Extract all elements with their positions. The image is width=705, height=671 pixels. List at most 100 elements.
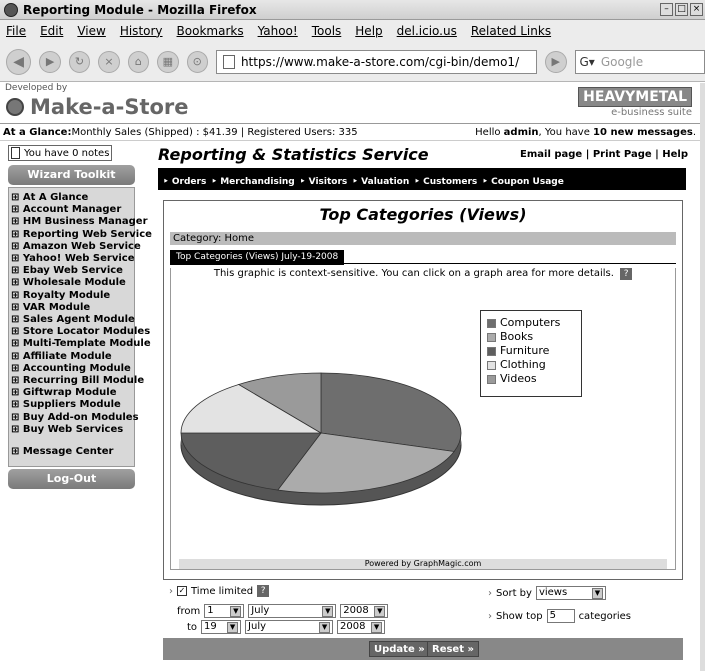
forward-icon[interactable]: ▶ (39, 50, 61, 73)
sidebar-item-yahoo-web-service[interactable]: ⊞ Yahoo! Web Service (11, 253, 135, 265)
sort-row: › Sort by views ▼ (488, 586, 606, 600)
sidebar-item-wholesale-module[interactable]: ⊞ Wholesale Module (11, 277, 132, 289)
from-month-select[interactable]: July ▼ (248, 604, 337, 618)
sidebar-item-hm-business-manager[interactable]: ⊞ HM Business Manager (11, 216, 148, 228)
menu-view[interactable]: View (77, 24, 105, 38)
sidebar-item-accounting-module[interactable]: ⊞ Accounting Module (11, 363, 132, 375)
show-top-input[interactable]: 5 (546, 609, 575, 623)
nav-orders[interactable]: ‣ Orders (163, 177, 206, 187)
chart-legend: Computers Books Furniture Clothing Videos (480, 310, 582, 397)
menu-tools[interactable]: Tools (312, 24, 342, 38)
home-icon[interactable]: ⌂ (127, 50, 150, 73)
legend-item-furniture[interactable]: Furniture (487, 344, 575, 358)
go-icon[interactable]: ▶ (545, 50, 567, 73)
sidebar-item-sales-agent-module[interactable]: ⊞ Sales Agent Module (11, 314, 135, 326)
legend-swatch (487, 360, 496, 370)
legend-label: Videos (500, 372, 537, 385)
sidebar-item-reporting-web-service[interactable]: ⊞ Reporting Web Service (11, 229, 152, 241)
close-icon[interactable]: × (690, 3, 703, 16)
sidebar-item-giftwrap-module[interactable]: ⊞ Giftwrap Module (11, 387, 132, 399)
welcome-message: Hello admin, You have 10 new messages. (475, 127, 700, 138)
sidebar-item-var-module[interactable]: ⊞ VAR Module (11, 302, 132, 314)
tag-icon[interactable]: ⊙ (186, 50, 208, 73)
glance-label: At a Glance: (3, 126, 72, 138)
time-help-icon[interactable]: ? (257, 585, 270, 597)
from-year-select[interactable]: 2008 ▼ (340, 604, 389, 618)
nav-customers[interactable]: ‣ Customers (414, 177, 477, 187)
menu-edit[interactable]: Edit (40, 24, 63, 38)
sort-by-select[interactable]: views ▼ (535, 586, 606, 600)
firefox-icon (4, 2, 18, 17)
category-breadcrumb: Category: Home (170, 232, 676, 245)
to-day-select[interactable]: 19 ▼ (201, 620, 242, 634)
menu-history[interactable]: History (120, 24, 163, 38)
top-links[interactable]: Email page | Print Page | Help (520, 149, 688, 160)
reset-button[interactable]: Reset » (427, 641, 479, 657)
menu-yahoo[interactable]: Yahoo! (258, 24, 298, 38)
maximize-icon[interactable]: □ (675, 3, 688, 16)
sidebar-item-suppliers-module[interactable]: ⊞ Suppliers Module (11, 399, 132, 411)
to-month-value: July (248, 621, 267, 632)
menubar: File Edit View History Bookmarks Yahoo! … (0, 20, 705, 42)
sidebar-item-store-locator-modules[interactable]: ⊞ Store Locator Modules (11, 326, 150, 338)
wizard-toolkit-button[interactable]: Wizard Toolkit (8, 165, 135, 185)
sidebar-item-recurring-bill-module[interactable]: ⊞ Recurring Bill Module (11, 375, 144, 387)
sidebar-item-account-manager[interactable]: ⊞ Account Manager (11, 204, 132, 216)
sidebar-item-affiliate-module[interactable]: ⊞ Affiliate Module (11, 351, 132, 363)
window-controls: – □ × (660, 3, 703, 16)
chevron-down-icon: ▼ (322, 605, 334, 617)
to-row: to 19 ▼ July ▼ 2008 ▼ (187, 620, 386, 634)
reload-icon[interactable]: ↻ (68, 50, 91, 73)
nav-merchandising[interactable]: ‣ Merchandising (211, 177, 294, 187)
to-year-select[interactable]: 2008 ▼ (337, 620, 386, 634)
menu-delicious[interactable]: del.icio.us (397, 24, 457, 38)
legend-item-books[interactable]: Books (487, 330, 575, 344)
update-button[interactable]: Update » (369, 641, 430, 657)
menu-help[interactable]: Help (355, 24, 382, 38)
legend-item-clothing[interactable]: Clothing (487, 358, 575, 372)
logo-text: Make-a-Store (30, 95, 189, 119)
from-label: from (177, 605, 201, 617)
nav-visitors[interactable]: ‣ Visitors (300, 177, 348, 187)
sort-arrow-icon: › (488, 587, 492, 599)
time-limited-checkbox[interactable]: ✓ (177, 586, 187, 596)
logo[interactable]: Make-a-Store (6, 95, 189, 119)
back-icon[interactable]: ◀ (6, 48, 32, 75)
sidebar-item-buy-add-on-modules[interactable]: ⊞ Buy Add-on Modules (11, 412, 139, 424)
sidebar-item-buy-web-services[interactable]: ⊞ Buy Web Services (11, 424, 132, 436)
nav-coupon-usage[interactable]: ‣ Coupon Usage (482, 177, 564, 187)
sidebar-item-amazon-web-service[interactable]: ⊞ Amazon Web Service (11, 241, 141, 253)
menu-bookmarks[interactable]: Bookmarks (177, 24, 244, 38)
legend-item-videos[interactable]: Videos (487, 372, 575, 386)
search-input[interactable]: G▾ Google (574, 49, 705, 74)
sort-by-label: Sort by (496, 587, 532, 599)
legend-swatch (487, 346, 496, 356)
messages-link[interactable]: 10 new messages (593, 127, 693, 138)
chevron-down-icon: ▼ (371, 621, 383, 633)
search-engine-icon[interactable]: G▾ (580, 55, 595, 69)
legend-label: Clothing (500, 358, 546, 371)
tab-top-categories[interactable]: Top Categories (Views) July-19-2008 (170, 250, 345, 265)
msg-prefix: , You have (538, 126, 594, 138)
menu-file[interactable]: File (6, 24, 26, 38)
sidebar-item-ebay-web-service[interactable]: ⊞ Ebay Web Service (11, 265, 132, 277)
from-day-value: 1 (207, 605, 214, 616)
notes-box[interactable]: You have 0 notes (8, 145, 112, 161)
sidebar-item-multi-template-module[interactable]: ⊞ Multi-Template Module (11, 338, 151, 350)
logout-button[interactable]: Log-Out (8, 469, 135, 489)
stop-icon[interactable]: × (98, 50, 120, 73)
sidebar: You have 0 notes Wizard Toolkit ⊞ At A G… (8, 145, 152, 489)
sidebar-item-at-a-glance[interactable]: ⊞ At A Glance (11, 192, 132, 204)
from-day-select[interactable]: 1 ▼ (204, 604, 245, 618)
page-scrollbar[interactable] (700, 83, 705, 671)
to-month-select[interactable]: July ▼ (245, 620, 334, 634)
url-bar[interactable]: https://www.make-a-store.com/cgi-bin/dem… (215, 49, 538, 74)
show-top-row: › Show top 5 categories (488, 609, 631, 623)
nav-valuation[interactable]: ‣ Valuation (352, 177, 409, 187)
sidebar-item-message-center[interactable]: ⊞ Message Center (11, 446, 132, 458)
minimize-icon[interactable]: – (660, 3, 673, 16)
menu-related-links[interactable]: Related Links (471, 24, 551, 38)
legend-item-computers[interactable]: Computers (487, 316, 575, 330)
bookmark-icon[interactable]: ▦ (157, 50, 179, 73)
sidebar-item-royalty-module[interactable]: ⊞ Royalty Module (11, 290, 132, 302)
